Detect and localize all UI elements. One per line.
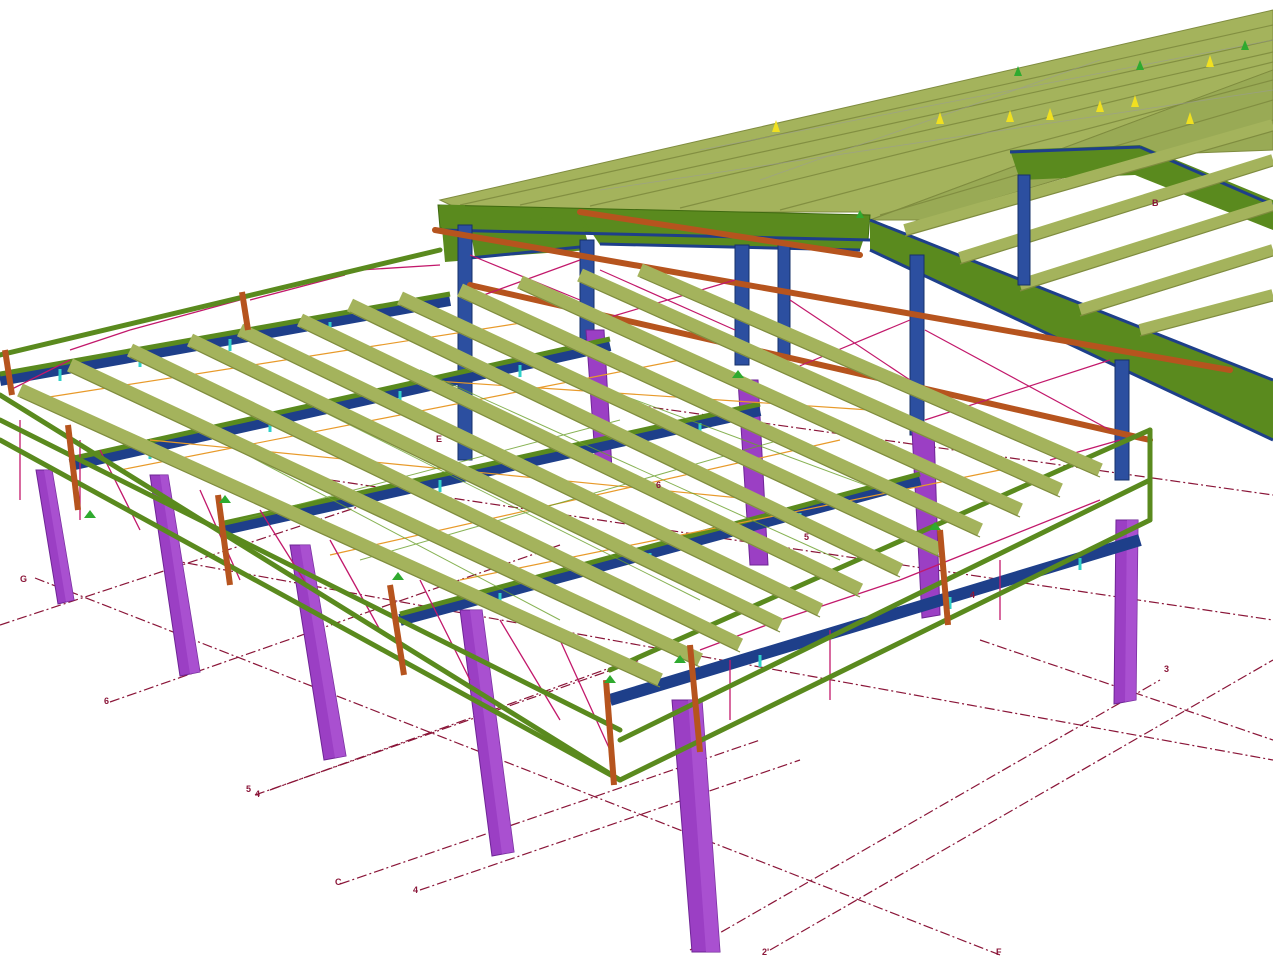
triangle-marker-icon: [604, 675, 616, 683]
grid-label-4: 4: [413, 885, 418, 895]
grid-label-5: 5: [246, 784, 251, 794]
grid-label-G: G: [20, 574, 27, 584]
grid-label-4-lower: 4: [255, 789, 260, 799]
grid-label-6: 6: [104, 696, 109, 706]
grid-label-3: 3: [1164, 664, 1169, 674]
grid-label-2-prime: 2': [762, 947, 769, 957]
main-column-5[interactable]: [909, 254, 925, 436]
main-roof-surface[interactable]: [438, 9, 1273, 221]
grid-label-5-mid: 5: [804, 532, 809, 542]
grid-label-6-mid: 6: [656, 480, 661, 490]
main-column-1[interactable]: [457, 224, 473, 461]
main-column-6[interactable]: [1114, 359, 1130, 481]
main-column-7[interactable]: [1017, 174, 1031, 286]
triangle-marker-icon: [392, 572, 404, 580]
structural-3d-model-viewport[interactable]: G 6 5 4 C 4 2' F 3 E B 4 5 6: [0, 0, 1273, 957]
grid-label-4-mid: 4: [970, 590, 975, 600]
mezzanine-structure: [0, 247, 1153, 953]
grid-label-C: C: [335, 877, 342, 887]
grid-label-F: F: [996, 947, 1002, 957]
triangle-marker-icon: [84, 510, 96, 518]
grid-label-E: E: [436, 434, 442, 444]
grid-label-B: B: [1152, 198, 1159, 208]
